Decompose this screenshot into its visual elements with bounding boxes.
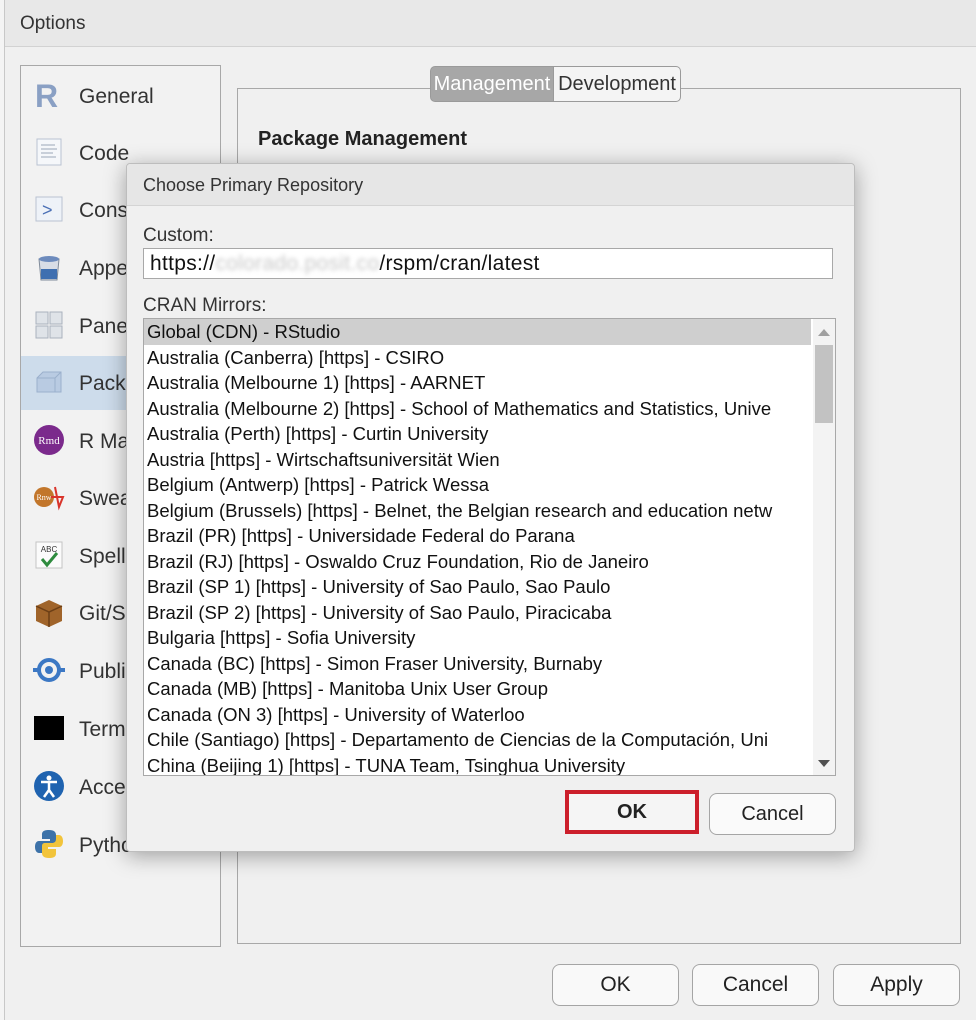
spelling-icon: ABC <box>35 541 63 569</box>
list-item[interactable]: China (Beijing 1) [https] - TUNA Team, T… <box>144 753 811 776</box>
scroll-down-arrow-icon[interactable] <box>818 760 830 767</box>
list-item[interactable]: Belgium (Antwerp) [https] - Patrick Wess… <box>144 472 811 498</box>
svg-text:>: > <box>42 200 53 220</box>
list-item-selected[interactable]: Global (CDN) - RStudio <box>144 319 811 345</box>
sidebar-item-label: Publi <box>79 660 126 683</box>
console-icon: > <box>35 196 63 222</box>
sidebar-item-general[interactable]: R General <box>21 69 220 123</box>
custom-url-suffix: /rspm/cran/latest <box>379 252 540 275</box>
list-item[interactable]: Canada (MB) [https] - Manitoba Unix User… <box>144 676 811 702</box>
window-title: Options <box>20 13 86 34</box>
terminal-icon <box>34 716 64 740</box>
code-document-icon <box>36 138 62 166</box>
sidebar-item-label: Term <box>79 718 126 741</box>
tab-development[interactable]: Development <box>554 66 681 102</box>
sidebar-item-label: General <box>79 85 154 108</box>
scroll-up-arrow-icon[interactable] <box>818 329 830 336</box>
list-item[interactable]: Australia (Perth) [https] - Curtin Unive… <box>144 421 811 447</box>
mirror-list-scrollbar[interactable] <box>813 319 835 775</box>
dialog-ok-button[interactable]: OK <box>565 790 699 834</box>
dialog-ok-label: OK <box>617 801 647 823</box>
sidebar-item-label: Pane <box>79 315 129 338</box>
custom-repository-input[interactable]: https://colorado.posit.co/rspm/cran/late… <box>143 248 833 279</box>
svg-text:Rnw: Rnw <box>36 493 51 502</box>
list-item[interactable]: Australia (Melbourne 2) [https] - School… <box>144 396 811 422</box>
list-item[interactable]: Bulgaria [https] - Sofia University <box>144 625 811 651</box>
cran-mirrors-list[interactable]: Global (CDN) - RStudio Australia (Canber… <box>143 318 836 776</box>
package-box-icon <box>36 371 62 393</box>
apply-button[interactable]: Apply <box>833 964 960 1006</box>
svg-text:Rmd: Rmd <box>38 435 60 447</box>
pane-layout-icon <box>35 311 63 339</box>
dialog-title: Choose Primary Repository <box>143 175 364 195</box>
list-item[interactable]: Canada (ON 3) [https] - University of Wa… <box>144 702 811 728</box>
sidebar-item-label: Spelli <box>79 545 131 568</box>
custom-label: Custom: <box>143 225 214 246</box>
list-item[interactable]: Australia (Canberra) [https] - CSIRO <box>144 345 811 371</box>
sidebar-item-label: Git/S <box>79 602 126 625</box>
list-item[interactable]: Brazil (RJ) [https] - Oswaldo Cruz Found… <box>144 549 811 575</box>
sweave-icon: Rnw <box>34 486 65 511</box>
svg-text:R: R <box>35 79 58 111</box>
mirror-rows: Global (CDN) - RStudio Australia (Canber… <box>144 319 811 776</box>
r-logo-icon: R <box>35 79 58 111</box>
svg-text:ABC: ABC <box>41 545 58 554</box>
list-item[interactable]: Belgium (Brussels) [https] - Belnet, the… <box>144 498 811 524</box>
rmd-icon: Rmd <box>34 425 64 455</box>
tab-bar: Management Development <box>430 66 681 102</box>
git-box-icon <box>35 600 63 627</box>
publishing-icon <box>33 658 65 682</box>
dialog-cancel-button[interactable]: Cancel <box>709 793 836 835</box>
sidebar-item-label: R Ma <box>79 430 130 453</box>
sidebar-item-label: Code <box>79 142 130 165</box>
section-heading: Package Management <box>258 128 467 150</box>
list-item[interactable]: Canada (BC) [https] - Simon Fraser Unive… <box>144 651 811 677</box>
title-bar: Options <box>5 0 976 47</box>
choose-repository-dialog: Choose Primary Repository Custom: https:… <box>126 163 855 852</box>
accessibility-icon <box>34 771 64 801</box>
tab-management[interactable]: Management <box>430 66 554 102</box>
custom-url-prefix: https:// <box>150 252 216 275</box>
list-item[interactable]: Austria [https] - Wirtschaftsuniversität… <box>144 447 811 473</box>
list-item[interactable]: Brazil (SP 1) [https] - University of Sa… <box>144 574 811 600</box>
cancel-button[interactable]: Cancel <box>692 964 819 1006</box>
scroll-thumb[interactable] <box>815 345 833 423</box>
sidebar-item-label: Swea <box>79 487 132 510</box>
list-item[interactable]: Brazil (SP 2) [https] - University of Sa… <box>144 600 811 626</box>
sidebar-item-label: Cons <box>79 199 129 222</box>
custom-url-obscured: colorado.posit.co <box>215 252 380 275</box>
list-item[interactable]: Australia (Melbourne 1) [https] - AARNET <box>144 370 811 396</box>
paint-bucket-icon <box>38 256 60 281</box>
list-item[interactable]: Brazil (PR) [https] - Universidade Feder… <box>144 523 811 549</box>
python-icon <box>35 830 63 858</box>
dialog-title-bar: Choose Primary Repository <box>127 164 854 206</box>
sidebar-item-label: Appe <box>79 257 129 280</box>
cran-mirrors-label: CRAN Mirrors: <box>143 295 267 316</box>
list-item[interactable]: Chile (Santiago) [https] - Departamento … <box>144 727 811 753</box>
ok-button[interactable]: OK <box>552 964 679 1006</box>
